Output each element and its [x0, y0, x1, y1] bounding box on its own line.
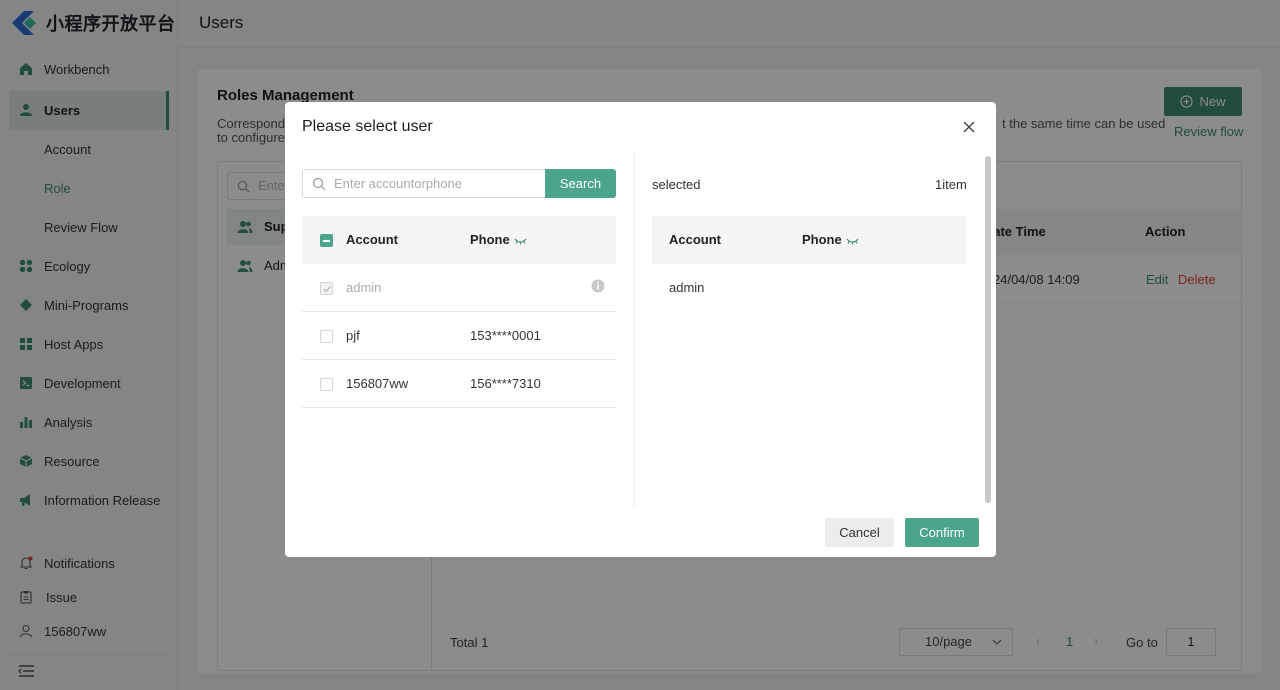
- modal-body: Enter accountorphone Search Account Phon…: [285, 152, 996, 508]
- row-phone: 156****7310: [470, 376, 541, 391]
- selected-count: 1item: [935, 177, 967, 192]
- selected-user-account: admin: [669, 280, 705, 295]
- search-icon: [312, 177, 326, 191]
- eye-closed-icon[interactable]: [514, 237, 527, 245]
- row-checkbox[interactable]: [320, 378, 333, 391]
- cancel-button[interactable]: Cancel: [825, 518, 894, 547]
- col-phone-label: Phone: [470, 232, 510, 247]
- row-checkbox-checked-disabled: [320, 282, 333, 295]
- selected-label: selected: [652, 177, 701, 192]
- search-button[interactable]: Search: [545, 169, 616, 198]
- user-list-panel: Enter accountorphone Search Account Phon…: [285, 152, 633, 508]
- col-phone: Phone: [802, 232, 859, 247]
- row-phone: 153****0001: [470, 328, 541, 343]
- close-icon[interactable]: [962, 120, 976, 134]
- table-row[interactable]: admin: [302, 264, 616, 312]
- select-user-modal: Please select user Enter accountorphone …: [285, 102, 996, 557]
- col-phone: Phone: [470, 232, 527, 247]
- confirm-button[interactable]: Confirm: [905, 518, 979, 547]
- col-account: Account: [669, 232, 721, 247]
- modal-title: Please select user: [302, 118, 433, 135]
- row-account: pjf: [346, 328, 360, 343]
- select-all-checkbox[interactable]: [320, 234, 333, 247]
- selected-table-header: Account Phone: [652, 216, 966, 264]
- user-search-placeholder: Enter accountorphone: [334, 176, 462, 191]
- table-row[interactable]: pjf 153****0001: [302, 312, 616, 360]
- selected-users-panel: selected 1item Account Phone admin: [635, 152, 996, 508]
- row-checkbox[interactable]: [320, 330, 333, 343]
- table-row[interactable]: 156807ww 156****7310: [302, 360, 616, 408]
- user-table-header: Account Phone: [302, 216, 616, 264]
- info-icon[interactable]: [591, 279, 605, 293]
- col-account: Account: [346, 232, 398, 247]
- scrollbar-thumb[interactable]: [985, 156, 991, 503]
- eye-closed-icon[interactable]: [846, 237, 859, 245]
- row-account: 156807ww: [346, 376, 409, 391]
- user-search-input[interactable]: Enter accountorphone: [302, 169, 546, 198]
- check-icon: [323, 286, 332, 293]
- row-account: admin: [346, 280, 382, 295]
- col-phone-label: Phone: [802, 232, 842, 247]
